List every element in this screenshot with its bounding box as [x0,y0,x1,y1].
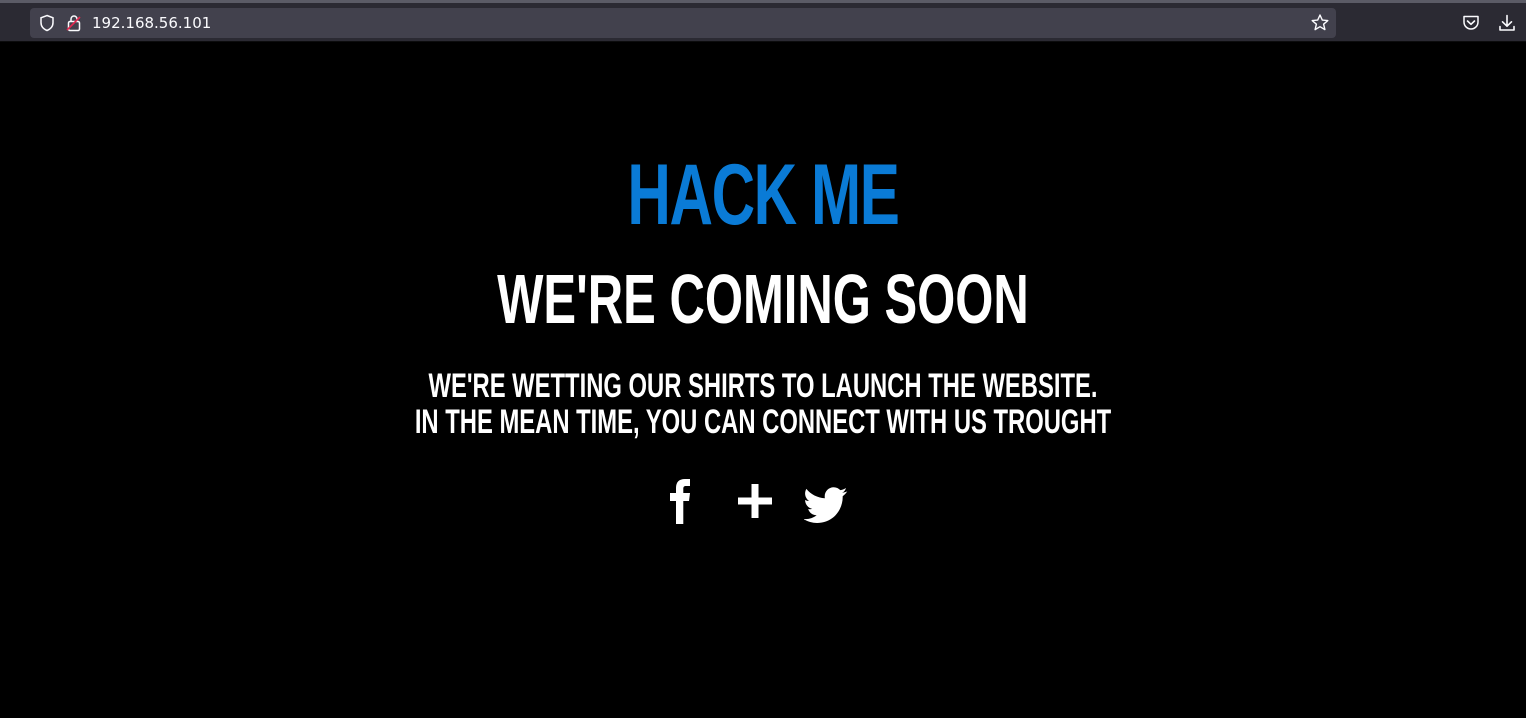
facebook-icon[interactable] [664,476,698,526]
page-content: HACK ME WE'RE COMING SOON WE'RE WETTING … [0,42,1526,718]
browser-toolbar: 192.168.56.101 [0,0,1526,42]
message-line-1: WE'RE WETTING OUR SHIRTS TO LAUNCH THE W… [428,367,1098,405]
lock-insecure-icon[interactable] [66,14,82,32]
launch-message: WE'RE WETTING OUR SHIRTS TO LAUNCH THE W… [229,368,1297,440]
google-plus-icon[interactable] [733,476,777,526]
message-line-2: IN THE MEAN TIME, YOU CAN CONNECT WITH U… [414,403,1112,441]
pocket-icon[interactable] [1461,13,1481,33]
twitter-icon[interactable] [804,476,848,526]
address-bar[interactable]: 192.168.56.101 [30,8,1336,38]
shield-icon[interactable] [38,14,56,32]
coming-soon-headline: WE'RE COMING SOON [497,260,1029,338]
url-text[interactable]: 192.168.56.101 [92,14,211,32]
bookmark-star-icon[interactable] [1310,13,1330,33]
site-brand: HACK ME [627,147,900,243]
download-icon[interactable] [1497,13,1517,33]
